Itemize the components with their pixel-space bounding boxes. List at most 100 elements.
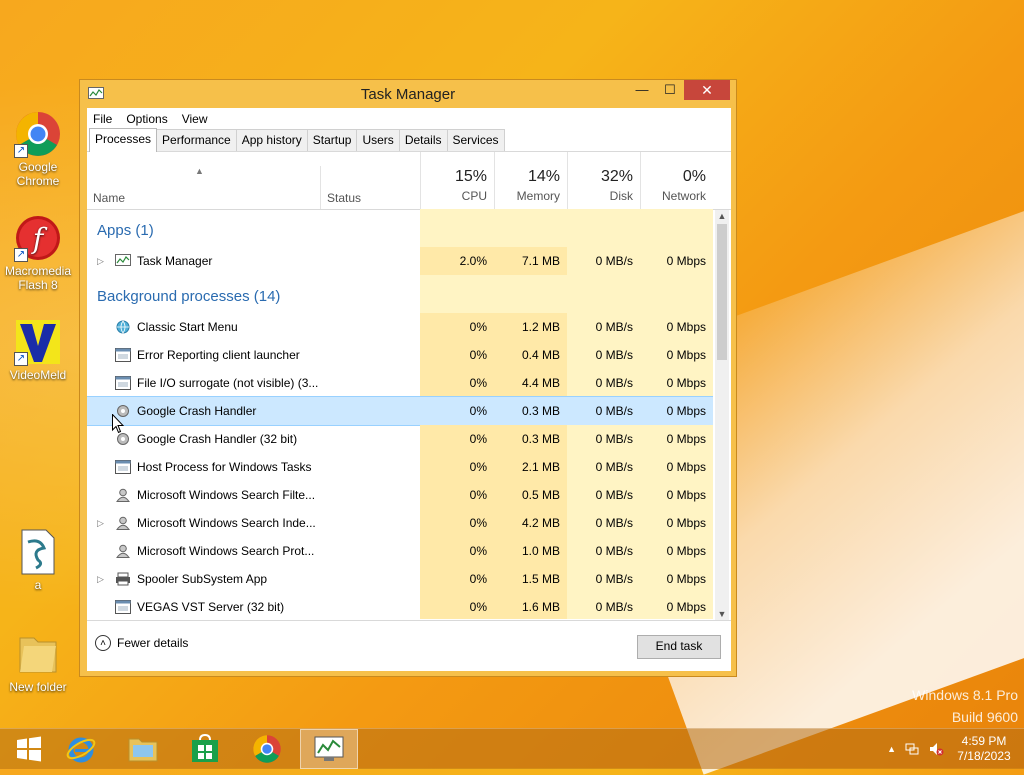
taskbar: ▲ 4:59 PM 7/18/2023 (0, 728, 1024, 769)
process-row[interactable]: Microsoft Windows Search Prot... 0% 1.0 MB… (87, 537, 713, 565)
column-status[interactable]: Status (327, 191, 361, 205)
process-name: Host Process for Windows Tasks (137, 460, 312, 474)
process-row[interactable]: VEGAS VST Server (32 bit) 0% 1.6 MB 0 MB/s 0… (87, 593, 713, 619)
taskbar-file-explorer[interactable] (114, 729, 172, 769)
taskbar-task-manager[interactable] (300, 729, 358, 769)
memory-total: 14% (527, 168, 560, 185)
process-name: Microsoft Windows Search Prot... (137, 544, 315, 558)
process-cpu-value: 0% (420, 565, 494, 593)
chrome-icon (253, 735, 281, 763)
process-disk-value: 0 MB/s (567, 369, 640, 397)
taskbar-internet-explorer[interactable] (52, 729, 110, 769)
desktop-icon-label: Google (18, 160, 58, 174)
process-disk-value: 0 MB/s (567, 247, 640, 275)
vertical-scrollbar[interactable]: ▲ ▼ (715, 210, 729, 620)
process-name: Spooler SubSystem App (137, 572, 268, 586)
process-disk-value: 0 MB/s (567, 537, 640, 565)
process-disk-value: 0 MB/s (567, 313, 640, 341)
process-disk-value: 0 MB/s (567, 397, 640, 425)
scroll-up-icon[interactable]: ▲ (715, 210, 729, 222)
process-mem-value: 1.2 MB (494, 313, 567, 341)
tab-details[interactable]: Details (398, 129, 448, 151)
scrollbar-thumb[interactable] (717, 224, 727, 360)
tab-app-history[interactable]: App history (235, 129, 308, 151)
scroll-down-icon[interactable]: ▼ (715, 608, 729, 620)
expand-arrow-icon[interactable]: ▷ (97, 247, 104, 275)
menu-options[interactable]: Options (126, 112, 167, 126)
process-mem-value: 4.4 MB (494, 369, 567, 397)
expand-arrow-icon[interactable]: ▷ (97, 509, 104, 537)
videomeld-icon: ↗ (14, 318, 62, 366)
taskbar-chrome[interactable] (238, 729, 296, 769)
title-bar[interactable]: Task Manager — ☐ ✕ (80, 80, 736, 108)
process-mem-value: 7.1 MB (494, 247, 567, 275)
cpu-total: 15% (454, 168, 487, 185)
process-mem-value: 2.1 MB (494, 453, 567, 481)
expand-arrow-icon[interactable]: ▷ (97, 565, 104, 593)
desktop-icon-macromedia-flash[interactable]: f ↗ Macromedia Flash 8 (0, 214, 76, 292)
process-row[interactable]: File I/O surrogate (not visible) (3... 0%… (87, 369, 713, 397)
group-apps: Apps (1) (87, 209, 713, 247)
user-process-icon (116, 516, 130, 530)
process-disk-value: 0 MB/s (567, 481, 640, 509)
fewer-details-link[interactable]: ˄ Fewer details (95, 635, 188, 651)
column-memory[interactable]: 14% Memory (494, 152, 567, 209)
desktop-icon-a[interactable]: a (0, 528, 76, 592)
process-net-value: 0 Mbps (640, 369, 713, 397)
tab-processes[interactable]: Processes (89, 128, 158, 152)
process-row[interactable]: ▷ Task Manager 2.0% 7.1 MB 0 MB/s 0 Mbps (87, 247, 713, 275)
network-label: Network (661, 189, 706, 203)
process-row[interactable]: Microsoft Windows Search Filte... 0% 0.5 M… (87, 481, 713, 509)
process-net-value: 0 Mbps (640, 247, 713, 275)
tab-startup[interactable]: Startup (306, 129, 358, 151)
process-mem-value: 1.5 MB (494, 565, 567, 593)
desktop-icon-label: Chrome (16, 174, 60, 188)
show-hidden-icons-icon[interactable]: ▲ (887, 744, 896, 754)
start-button[interactable] (0, 729, 58, 769)
minimize-button[interactable]: — (628, 80, 656, 100)
process-row[interactable]: ▷ Spooler SubSystem App 0% 1.5 MB 0 MB/s 0 Mb… (87, 565, 713, 593)
column-name[interactable]: Name (93, 191, 125, 205)
group-background: Background processes (14) (87, 275, 713, 313)
process-row[interactable]: Host Process for Windows Tasks 0% 2.1 MB 0 … (87, 453, 713, 481)
desktop-icon-videomeld[interactable]: ↗ VideoMeld (0, 318, 76, 382)
process-disk-value: 0 MB/s (567, 565, 640, 593)
cpu-label: CPU (461, 189, 487, 203)
menu-view[interactable]: View (182, 112, 208, 126)
tab-services[interactable]: Services (446, 129, 505, 151)
group-title-apps: Apps (1) (97, 222, 154, 239)
process-row[interactable]: Google Crash Handler (32 bit) 0% 0.3 MB 0 M… (87, 425, 713, 453)
process-row[interactable]: ▷ Microsoft Windows Search Inde... 0% 4.2 M… (87, 509, 713, 537)
process-name: Google Crash Handler (32 bit) (137, 432, 298, 446)
column-network[interactable]: 0% Network (640, 152, 713, 209)
menu-file[interactable]: File (93, 112, 112, 126)
network-icon[interactable] (904, 741, 920, 757)
end-task-button[interactable]: End task (637, 635, 721, 659)
close-button[interactable]: ✕ (684, 80, 730, 100)
process-net-value: 0 Mbps (640, 593, 713, 619)
desktop-icon-google-chrome[interactable]: ↗ Google Chrome (0, 110, 76, 188)
windows-logo-icon (17, 736, 41, 762)
column-disk[interactable]: 32% Disk (567, 152, 640, 209)
menu-bar: File Options View (87, 108, 731, 129)
tab-performance[interactable]: Performance (156, 129, 237, 151)
process-row[interactable]: Google Crash Handler 0% 0.3 MB 0 MB/s 0 Mbps (87, 396, 713, 426)
process-name: Microsoft Windows Search Inde... (137, 516, 316, 530)
volume-muted-icon[interactable] (928, 741, 944, 757)
process-net-value: 0 Mbps (640, 397, 713, 425)
process-mem-value: 0.3 MB (494, 425, 567, 453)
taskbar-store[interactable] (176, 729, 234, 769)
tab-users[interactable]: Users (356, 129, 400, 151)
watermark-build: Build 9600 (951, 709, 1018, 725)
taskbar-clock[interactable]: 4:59 PM 7/18/2023 (952, 734, 1016, 764)
process-row[interactable]: Classic Start Menu 0% 1.2 MB 0 MB/s 0 Mbps (87, 313, 713, 341)
maximize-button[interactable]: ☐ (656, 80, 684, 100)
process-name: Task Manager (137, 254, 213, 268)
process-net-value: 0 Mbps (640, 453, 713, 481)
desktop-icon-new-folder[interactable]: New folder (0, 630, 76, 694)
process-net-value: 0 Mbps (640, 537, 713, 565)
column-cpu[interactable]: 15% CPU (420, 152, 494, 209)
process-disk-value: 0 MB/s (567, 593, 640, 619)
process-row[interactable]: Error Reporting client launcher 0% 0.4 MB 0… (87, 341, 713, 369)
process-mem-value: 1.0 MB (494, 537, 567, 565)
